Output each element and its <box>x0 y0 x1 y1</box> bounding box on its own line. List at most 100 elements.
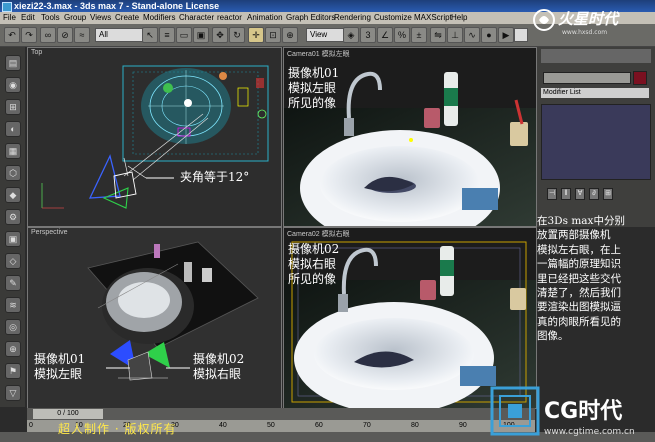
angle-annotation: 夹角等于12° <box>180 170 250 184</box>
curve-editor-icon[interactable]: ∿ <box>464 27 480 43</box>
left-tool-strip: ▤ ◉ ⊞ ◐ ▦ ⬡ ◆ ⚙ ▣ ◇ ✎ ≋ ◎ ⊕ ⚑ ▽ <box>0 47 25 407</box>
menu-character[interactable]: Character <box>178 12 215 24</box>
tool-icon-13[interactable]: ◎ <box>5 319 21 335</box>
cam2-label-line1: 摄像机02 <box>193 352 245 366</box>
menu-tools[interactable]: Tools <box>40 12 61 24</box>
align-icon[interactable]: ⊥ <box>447 27 463 43</box>
unlink-icon[interactable]: ⊘ <box>57 27 73 43</box>
viewport-label[interactable]: Camera01 模拟左眼 <box>287 49 350 59</box>
select-object-icon[interactable]: ↖ <box>142 27 158 43</box>
menu-group[interactable]: Group <box>63 12 87 24</box>
rect-selection-icon[interactable]: ▭ <box>176 27 192 43</box>
viewport-camera02[interactable]: Camera02 模拟右眼 摄像机02 模拟右眼 所见的像 <box>283 227 537 409</box>
window-crossing-icon[interactable]: ▣ <box>193 27 209 43</box>
menu-create[interactable]: Create <box>114 12 140 24</box>
remove-modifier-icon[interactable]: ∂ <box>589 188 599 200</box>
object-name-field[interactable] <box>543 72 631 84</box>
object-color-swatch[interactable] <box>633 71 647 85</box>
selection-filter-dropdown[interactable]: All <box>95 28 143 42</box>
angle-snap-icon[interactable]: ∠ <box>377 27 393 43</box>
note-line: 里已经把这些交代 <box>537 272 621 285</box>
camera01-caption-line1: 摄像机01 <box>288 66 340 80</box>
tool-icon-16[interactable]: ▽ <box>5 385 21 401</box>
tool-icon-5[interactable]: ▦ <box>5 143 21 159</box>
viewport-label[interactable]: Perspective <box>31 229 68 236</box>
tool-icon-8[interactable]: ⚙ <box>5 209 21 225</box>
menu-customize[interactable]: Customize <box>373 12 413 24</box>
track-tick: 70 <box>363 422 371 429</box>
render-icon[interactable]: ▶ <box>498 27 514 43</box>
tool-icon-12[interactable]: ≋ <box>5 297 21 313</box>
tool-icon-6[interactable]: ⬡ <box>5 165 21 181</box>
camera02-caption-line1: 摄像机02 <box>288 242 340 256</box>
app-icon[interactable] <box>2 2 12 12</box>
tool-icon-1[interactable]: ▤ <box>5 55 21 71</box>
tool-icon-15[interactable]: ⚑ <box>5 363 21 379</box>
explanation-note: 在3Ds max中分别 放置两部摄像机 模拟左右眼，在上 一篇幅的原理知识 里已… <box>537 214 655 364</box>
menu-help[interactable]: Help <box>450 12 468 24</box>
reference-coord-dropdown[interactable]: View <box>306 28 344 42</box>
track-tick: 40 <box>219 422 227 429</box>
tool-icon-3[interactable]: ⊞ <box>5 99 21 115</box>
camera01-caption-line3: 所见的像 <box>288 96 337 110</box>
camera02-caption-line3: 所见的像 <box>288 272 337 286</box>
time-slider-track[interactable]: 0 / 100 <box>27 408 535 420</box>
manipulate-icon[interactable]: ⊕ <box>282 27 298 43</box>
tool-icon-7[interactable]: ◆ <box>5 187 21 203</box>
viewport-camera01[interactable]: Camera01 模拟左眼 摄像机01 模拟左眼 所见的像 <box>283 47 537 227</box>
link-icon[interactable]: ∞ <box>40 27 56 43</box>
tool-icon-4[interactable]: ◐ <box>5 121 21 137</box>
viewport-perspective[interactable]: Perspective 摄像机01 模拟左眼 摄像机02 模拟右眼 <box>27 227 282 409</box>
select-move-icon[interactable]: ✥ <box>212 27 228 43</box>
undo-icon[interactable]: ↶ <box>4 27 20 43</box>
tool-icon-14[interactable]: ⊕ <box>5 341 21 357</box>
modifier-stack[interactable] <box>541 104 651 180</box>
note-line: 模拟左右眼，在上 <box>537 243 621 256</box>
command-panel-tabs[interactable] <box>541 49 651 63</box>
modifier-list-dropdown[interactable]: Modifier List <box>541 88 649 98</box>
material-editor-icon[interactable]: ● <box>481 27 497 43</box>
cgtime-logo-text: CG时代 <box>544 399 622 424</box>
menu-edit[interactable]: Edit <box>20 12 36 24</box>
menu-reactor[interactable]: reactor <box>216 12 243 24</box>
note-line: 在3Ds max中分别 <box>537 215 625 227</box>
camera01-caption-line2: 模拟左眼 <box>288 81 337 95</box>
configure-modifier-icon[interactable]: ⊞ <box>603 188 613 200</box>
tool-icon-9[interactable]: ▣ <box>5 231 21 247</box>
note-line: 真的肉眼所看见的 <box>537 315 621 328</box>
cam1-label-line2: 模拟左眼 <box>34 367 83 381</box>
menu-views[interactable]: Views <box>89 12 112 24</box>
menu-maxscript[interactable]: MAXScript <box>413 12 453 24</box>
pivot-center-icon[interactable]: ◈ <box>343 27 359 43</box>
select-by-name-icon[interactable]: ≡ <box>159 27 175 43</box>
select-rotate-icon[interactable]: ↻ <box>229 27 245 43</box>
mirror-icon[interactable]: ⇋ <box>430 27 446 43</box>
pin-stack-icon[interactable]: ⊣ <box>547 188 557 200</box>
menu-graph-editors[interactable]: Graph Editors <box>285 12 336 24</box>
menu-modifiers[interactable]: Modifiers <box>142 12 176 24</box>
select-scale-icon[interactable]: ✛ <box>248 27 264 43</box>
scale-icon[interactable]: ⊡ <box>265 27 281 43</box>
viewport-label[interactable]: Top <box>31 49 42 56</box>
top-view-scene <box>41 65 269 209</box>
tool-icon-10[interactable]: ◇ <box>5 253 21 269</box>
percent-snap-icon[interactable]: % <box>394 27 410 43</box>
camera02-caption-line2: 模拟右眼 <box>288 257 337 271</box>
show-end-result-icon[interactable]: ‖ <box>561 188 571 200</box>
redo-icon[interactable]: ↷ <box>21 27 37 43</box>
menu-animation[interactable]: Animation <box>246 12 284 24</box>
make-unique-icon[interactable]: ∀ <box>575 188 585 200</box>
menu-file[interactable]: File <box>2 12 17 24</box>
cam2-label-line2: 模拟右眼 <box>193 367 242 381</box>
viewport-top[interactable]: Top 夹角等于12° <box>27 47 282 227</box>
tool-icon-11[interactable]: ✎ <box>5 275 21 291</box>
tool-icon-2[interactable]: ◉ <box>5 77 21 93</box>
window-title: xiezi22-3.max - 3ds max 7 - Stand-alone … <box>14 1 220 11</box>
credit-text: 超人制作 · 版权所有 <box>58 422 177 436</box>
snap-icon[interactable]: 3 <box>360 27 376 43</box>
spinner-snap-icon[interactable]: ± <box>411 27 427 43</box>
menu-rendering[interactable]: Rendering <box>333 12 372 24</box>
time-slider[interactable]: 0 / 100 <box>33 409 103 419</box>
viewport-label[interactable]: Camera02 模拟右眼 <box>287 229 350 239</box>
bind-spacewarp-icon[interactable]: ≈ <box>74 27 90 43</box>
